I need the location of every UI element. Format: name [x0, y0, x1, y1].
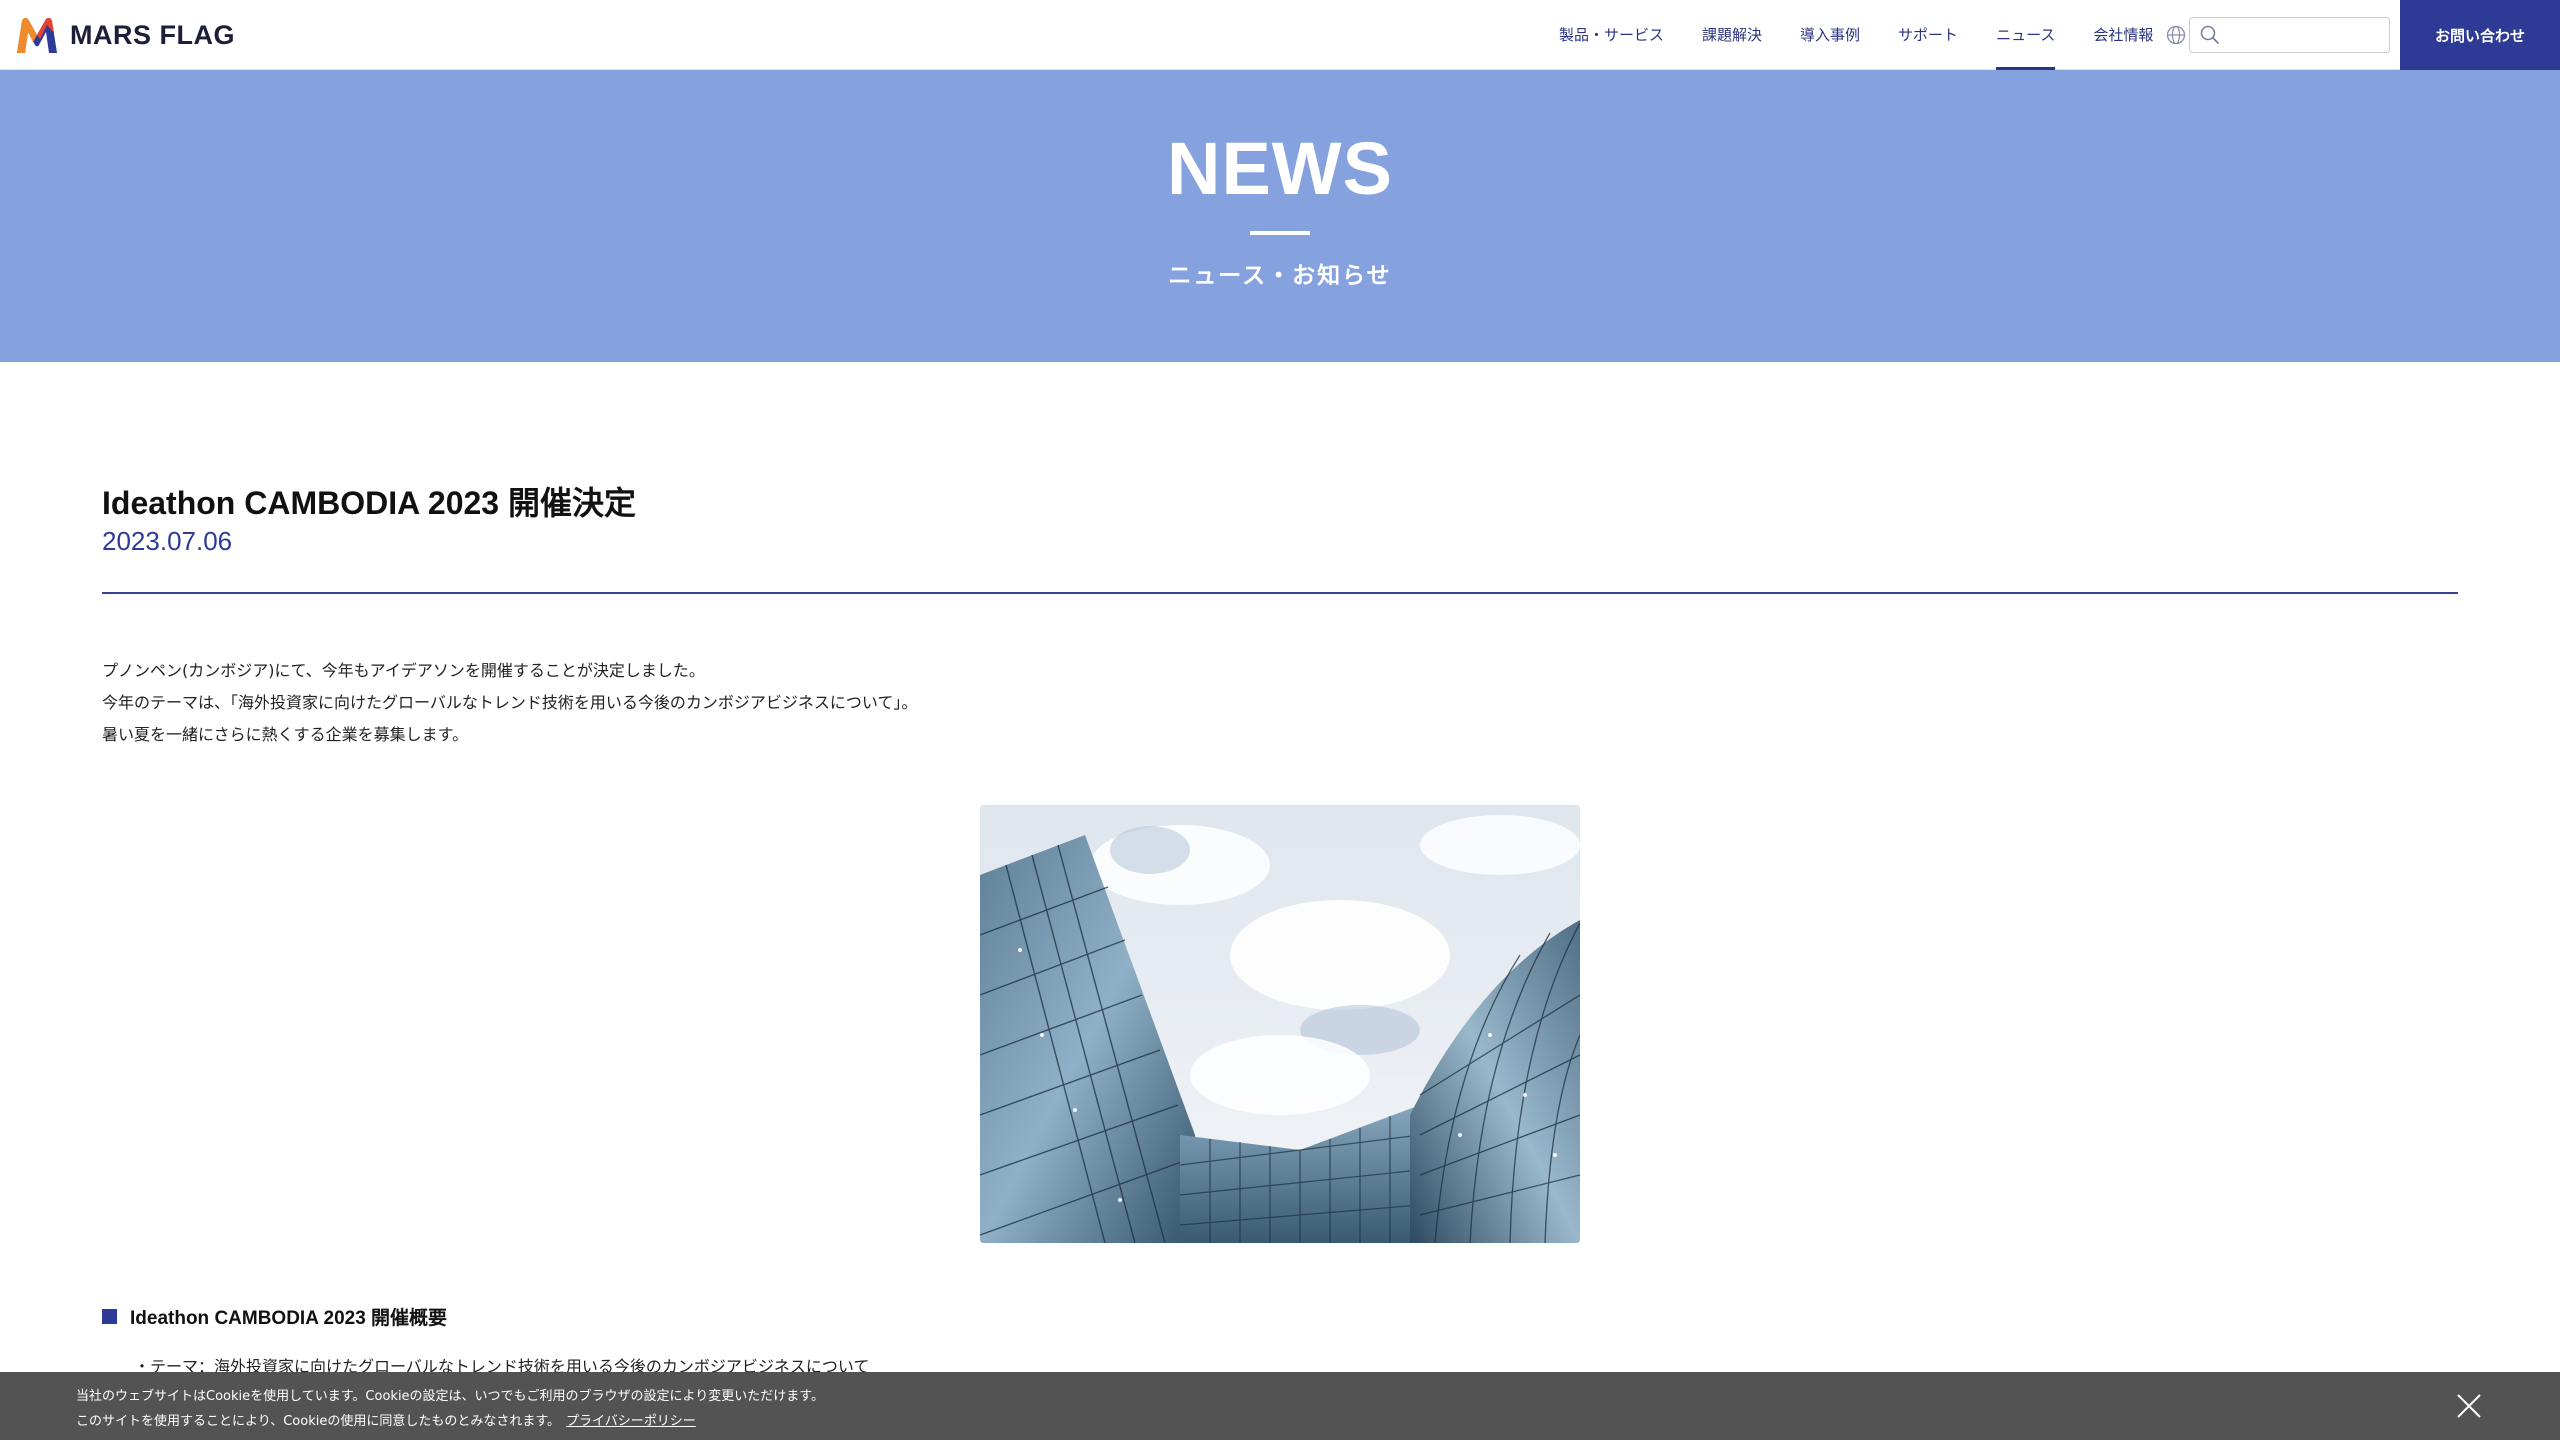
- cookie-consent-text: このサイトを使用することにより、Cookieの使用に同意したものとみなされます。: [76, 1414, 561, 1429]
- square-bullet-icon: [102, 1309, 117, 1324]
- cookie-text: 当社のウェブサイトはCookieを使用しています。Cookieの設定は、いつでも…: [76, 1389, 824, 1404]
- title-divider: [102, 592, 2458, 594]
- nav-item-solutions[interactable]: 課題解決: [1683, 0, 1781, 70]
- globe-icon[interactable]: [2165, 24, 2187, 46]
- nav-item-case-studies[interactable]: 導入事例: [1781, 0, 1879, 70]
- nav-item-products[interactable]: 製品・サービス: [1540, 0, 1683, 70]
- hero-title: NEWS: [1167, 127, 1393, 210]
- hero-divider: [1250, 231, 1310, 235]
- main-nav: 製品・サービス 課題解決 導入事例 サポート ニュース 会社情報: [1540, 0, 2172, 70]
- logo-text: MARS FLAG: [70, 19, 235, 50]
- glass-building-photo: [980, 805, 1580, 1243]
- contact-button[interactable]: お問い合わせ: [2400, 0, 2560, 70]
- cookie-banner: 当社のウェブサイトはCookieを使用しています。Cookieの設定は、いつでも…: [0, 1372, 2560, 1440]
- article-paragraph: 今年のテーマは、「海外投資家に向けたグローバルなトレンド技術を用いる今後のカンボ…: [102, 693, 918, 712]
- section-heading: Ideathon CAMBODIA 2023 開催概要: [102, 1303, 447, 1330]
- nav-item-support[interactable]: サポート: [1879, 0, 1977, 70]
- article-image: [980, 805, 1580, 1243]
- article-title: Ideathon CAMBODIA 2023 開催決定: [102, 485, 636, 521]
- search-input[interactable]: [2227, 20, 2389, 50]
- mars-flag-logo-icon: [17, 17, 57, 53]
- cookie-text-2: このサイトを使用することにより、Cookieの使用に同意したものとみなされます。…: [76, 1410, 696, 1429]
- privacy-policy-link[interactable]: プライバシーポリシー: [566, 1414, 696, 1429]
- nav-item-company[interactable]: 会社情報: [2074, 0, 2172, 70]
- nav-item-news[interactable]: ニュース: [1977, 0, 2074, 70]
- site-header: MARS FLAG 製品・サービス 課題解決 導入事例 サポート ニュース 会社…: [0, 0, 2560, 70]
- article-body: プノンペン(カンボジア)にて、今年もアイデアソンを開催することが決定しました。 …: [102, 655, 917, 751]
- hero-banner: NEWS ニュース・お知らせ: [0, 70, 2560, 362]
- search-icon[interactable]: [2199, 24, 2221, 46]
- article-paragraph: プノンペン(カンボジア)にて、今年もアイデアソンを開催することが決定しました。: [102, 661, 705, 680]
- close-icon[interactable]: [2455, 1392, 2483, 1420]
- article-date: 2023.07.06: [102, 526, 233, 556]
- article-paragraph: 暑い夏を一緒にさらに熱くする企業を募集します。: [102, 725, 469, 744]
- section-heading-text: Ideathon CAMBODIA 2023 開催概要: [130, 1308, 448, 1329]
- search-box[interactable]: [2189, 17, 2390, 53]
- hero-subtitle: ニュース・お知らせ: [1168, 263, 1392, 289]
- logo[interactable]: MARS FLAG: [14, 14, 235, 56]
